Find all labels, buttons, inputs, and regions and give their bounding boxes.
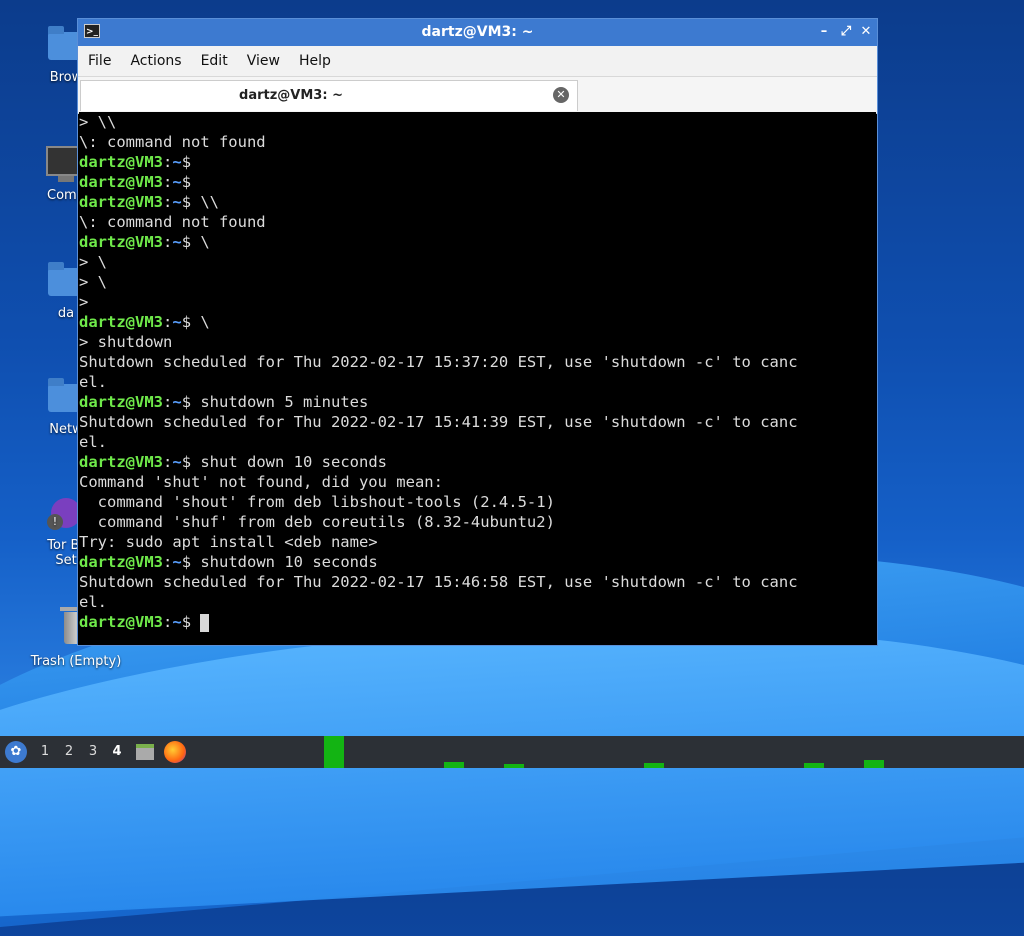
prompt-command: $ xyxy=(181,613,201,631)
prompt-path: ~ xyxy=(172,393,182,411)
window-titlebar[interactable]: >_ dartz@VM3: ~ – ⤢ ✕ xyxy=(78,19,877,46)
menu-help[interactable]: Help xyxy=(289,53,340,69)
terminal-prompt-line: dartz@VM3:~$ \ xyxy=(79,312,876,332)
terminal-output-line: el. xyxy=(79,373,107,391)
terminal-window[interactable]: >_ dartz@VM3: ~ – ⤢ ✕ File Actions Edit … xyxy=(77,18,878,646)
minimize-button[interactable]: – xyxy=(816,23,832,41)
terminal-output-line: > \ xyxy=(79,273,107,291)
prompt-command: $ \\ xyxy=(181,193,220,211)
prompt-separator: : xyxy=(163,393,173,411)
prompt-path: ~ xyxy=(172,553,182,571)
terminal-output-line: el. xyxy=(79,433,107,451)
terminal-output-line: Shutdown scheduled for Thu 2022-02-17 15… xyxy=(79,353,798,371)
file-manager-icon[interactable] xyxy=(136,744,154,760)
menu-actions[interactable]: Actions xyxy=(120,53,190,69)
terminal-output-line: Try: sudo apt install <deb name> xyxy=(79,533,378,551)
terminal-output-line: > \ xyxy=(79,253,107,271)
prompt-command: $ \ xyxy=(181,233,210,251)
menu-edit[interactable]: Edit xyxy=(191,53,237,69)
close-tab-icon[interactable]: ✕ xyxy=(553,87,569,103)
prompt-user: dartz@VM3 xyxy=(79,153,163,171)
terminal-output-line: Shutdown scheduled for Thu 2022-02-17 15… xyxy=(79,573,798,591)
taskbar: ✿ 1 2 3 4 xyxy=(0,736,1024,768)
tab-terminal[interactable]: dartz@VM3: ~ ✕ xyxy=(80,80,578,111)
prompt-path: ~ xyxy=(172,153,182,171)
prompt-command: $ xyxy=(181,153,192,171)
lubuntu-start-icon[interactable]: ✿ xyxy=(5,741,27,763)
terminal-output[interactable]: > \\ \: command not found dartz@VM3:~$ dart… xyxy=(79,112,876,645)
prompt-command: $ shutdown 10 seconds xyxy=(181,553,378,571)
workspace-4[interactable]: 4 xyxy=(109,744,125,759)
terminal-output-line: \: command not found xyxy=(79,133,266,151)
terminal-output-line: \: command not found xyxy=(79,213,266,231)
terminal-output-line: > xyxy=(79,293,89,311)
firefox-icon[interactable] xyxy=(164,741,186,763)
prompt-user: dartz@VM3 xyxy=(79,193,163,211)
prompt-separator: : xyxy=(163,313,173,331)
terminal-output-line: command 'shuf' from deb coreutils (8.32-… xyxy=(79,513,555,531)
terminal-prompt-line: dartz@VM3:~$ \\ xyxy=(79,192,876,212)
terminal-prompt-line: dartz@VM3:~$ \ xyxy=(79,232,876,252)
terminal-output-line: el. xyxy=(79,593,107,611)
prompt-separator: : xyxy=(163,613,173,631)
close-window-button[interactable]: ✕ xyxy=(858,23,874,41)
terminal-output-line: > \\ xyxy=(79,113,117,131)
prompt-user: dartz@VM3 xyxy=(79,173,163,191)
prompt-command: $ shut down 10 seconds xyxy=(181,453,387,471)
terminal-prompt-line: dartz@VM3:~$ xyxy=(79,612,876,632)
prompt-command: $ \ xyxy=(181,313,210,331)
tab-label: dartz@VM3: ~ xyxy=(239,88,343,103)
prompt-path: ~ xyxy=(172,173,182,191)
prompt-path: ~ xyxy=(172,453,182,471)
prompt-user: dartz@VM3 xyxy=(79,613,163,631)
prompt-user: dartz@VM3 xyxy=(79,453,163,471)
prompt-path: ~ xyxy=(172,233,182,251)
prompt-command: $ shutdown 5 minutes xyxy=(181,393,369,411)
terminal-prompt-line: dartz@VM3:~$ xyxy=(79,172,876,192)
terminal-prompt-line: dartz@VM3:~$ shut down 10 seconds xyxy=(79,452,876,472)
prompt-separator: : xyxy=(163,233,173,251)
workspace-2[interactable]: 2 xyxy=(61,744,77,759)
prompt-path: ~ xyxy=(172,613,182,631)
prompt-command: $ xyxy=(181,173,192,191)
prompt-separator: : xyxy=(163,153,173,171)
desktop-icon-label: Trash (Empty) xyxy=(30,654,122,669)
terminal-cursor xyxy=(200,613,210,632)
menu-bar: File Actions Edit View Help xyxy=(78,46,877,77)
prompt-separator: : xyxy=(163,553,173,571)
terminal-output-line: command 'shout' from deb libshout-tools … xyxy=(79,493,555,511)
terminal-output-line: > shutdown xyxy=(79,333,173,351)
terminal-prompt-line: dartz@VM3:~$ xyxy=(79,152,876,172)
terminal-output-line: Command 'shut' not found, did you mean: xyxy=(79,473,443,491)
menu-file[interactable]: File xyxy=(78,53,120,69)
window-title: dartz@VM3: ~ xyxy=(421,24,534,40)
workspace-3[interactable]: 3 xyxy=(85,744,101,759)
prompt-path: ~ xyxy=(172,193,182,211)
prompt-user: dartz@VM3 xyxy=(79,233,163,251)
maximize-button[interactable]: ⤢ xyxy=(838,23,854,41)
prompt-path: ~ xyxy=(172,313,182,331)
prompt-user: dartz@VM3 xyxy=(79,553,163,571)
tab-bar: dartz@VM3: ~ ✕ xyxy=(78,77,877,114)
prompt-separator: : xyxy=(163,193,173,211)
workspace-1[interactable]: 1 xyxy=(37,744,53,759)
terminal-output-line: Shutdown scheduled for Thu 2022-02-17 15… xyxy=(79,413,798,431)
terminal-prompt-line: dartz@VM3:~$ shutdown 5 minutes xyxy=(79,392,876,412)
menu-view[interactable]: View xyxy=(237,53,289,69)
prompt-separator: : xyxy=(163,173,173,191)
prompt-user: dartz@VM3 xyxy=(79,393,163,411)
prompt-separator: : xyxy=(163,453,173,471)
prompt-user: dartz@VM3 xyxy=(79,313,163,331)
terminal-prompt-line: dartz@VM3:~$ shutdown 10 seconds xyxy=(79,552,876,572)
